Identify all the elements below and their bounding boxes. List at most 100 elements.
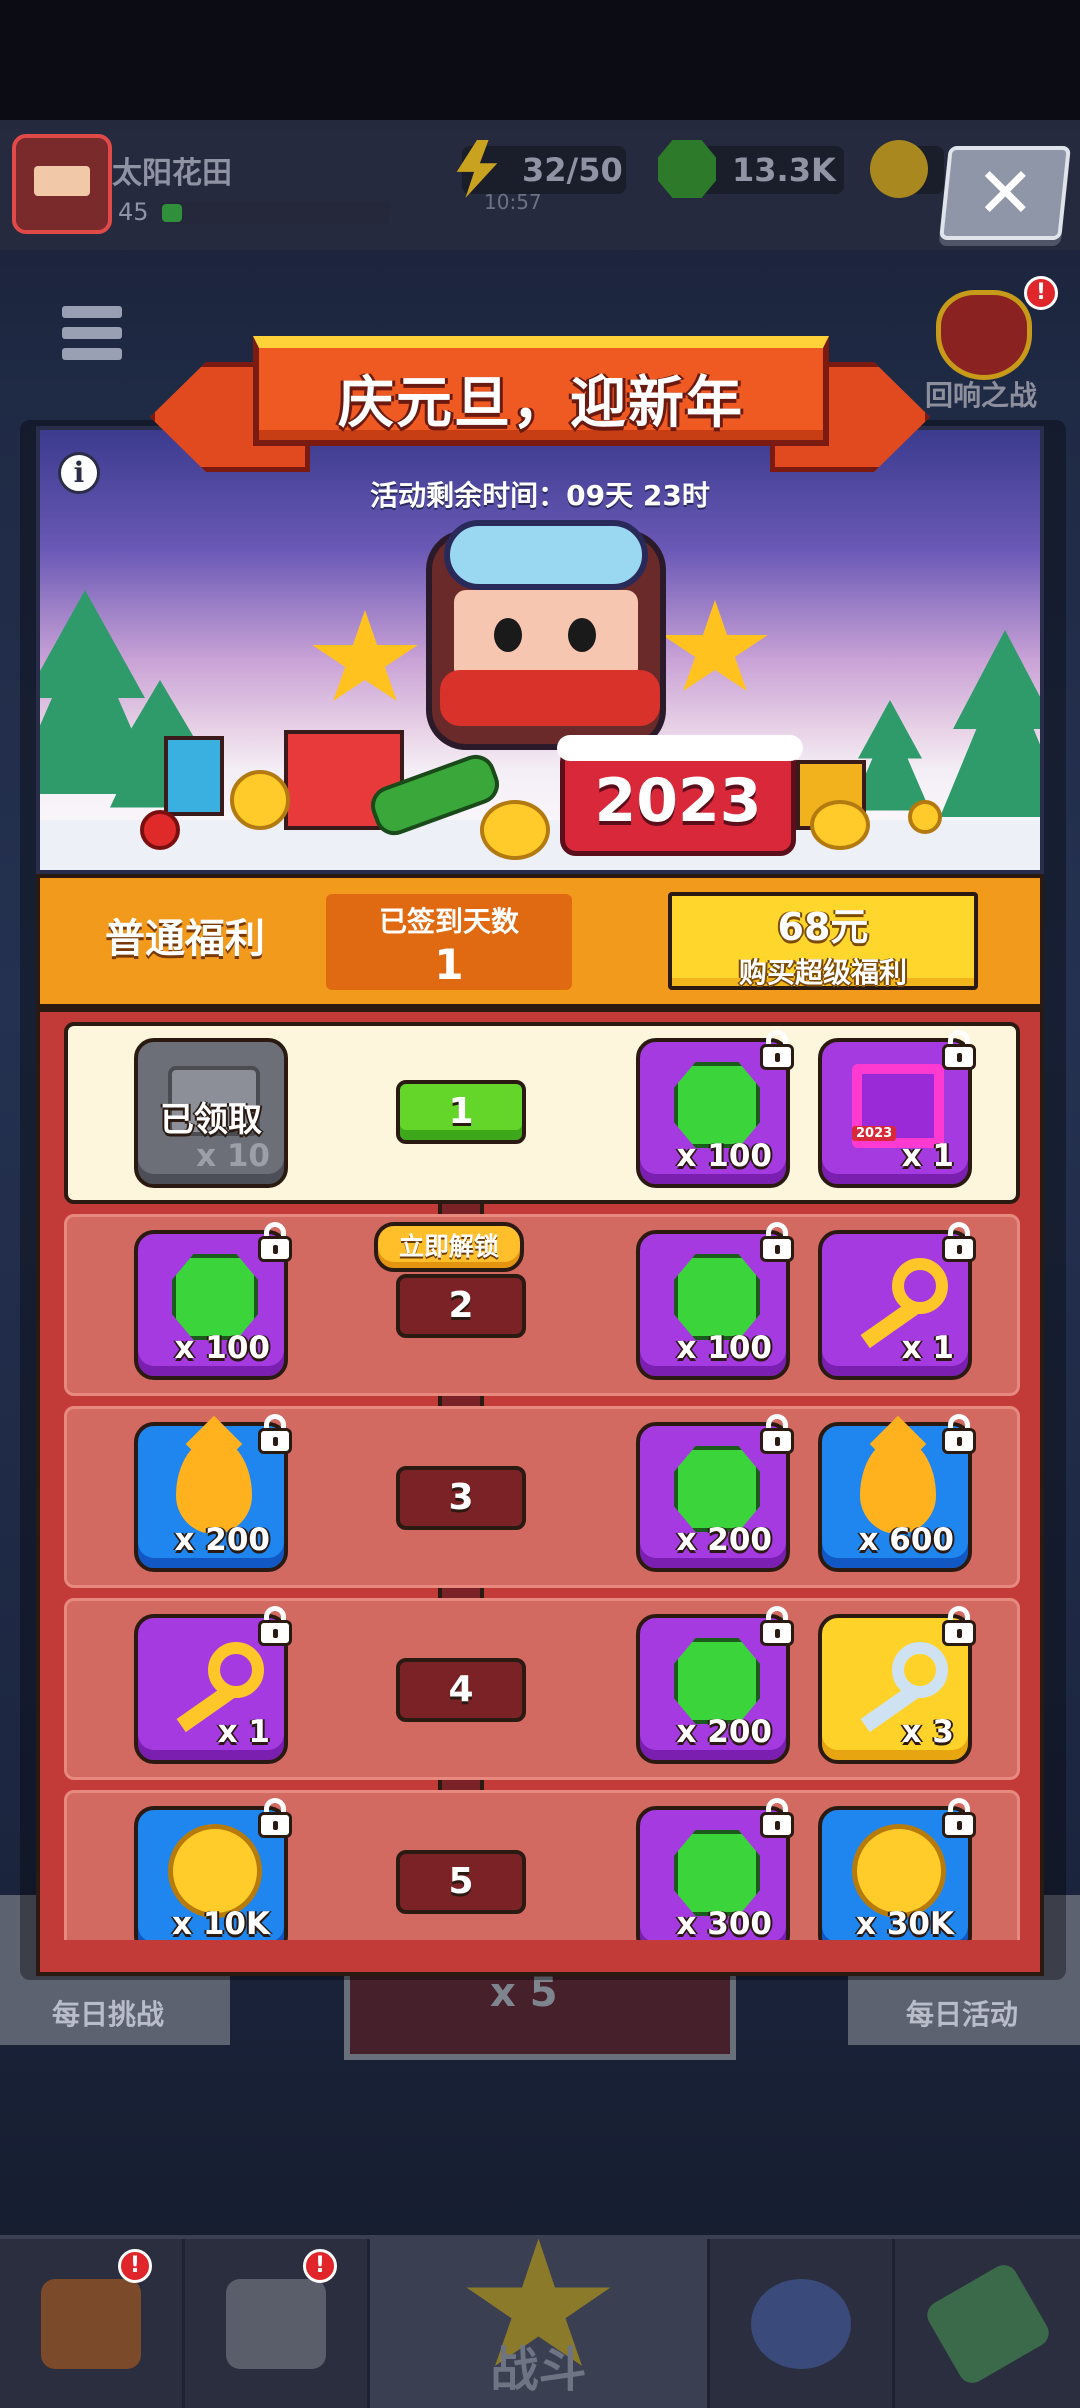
day-node-3: 3 <box>396 1466 526 1530</box>
reward-qty: x 10 <box>196 1138 270 1174</box>
tab-normal-rewards[interactable]: 普通福利 <box>40 878 330 1004</box>
lock-icon <box>942 1222 976 1262</box>
reward-item[interactable]: x 600 <box>818 1414 976 1572</box>
lock-icon <box>760 1798 794 1838</box>
reward-item[interactable]: x 100 <box>134 1222 292 1380</box>
reward-item[interactable]: x 100 <box>636 1222 794 1380</box>
menu-icon <box>62 306 122 370</box>
reward-item[interactable]: x 30K <box>818 1798 976 1956</box>
super-price: 68元 <box>777 905 869 949</box>
reward-qty: x 100 <box>676 1330 773 1366</box>
reward-qty: x 200 <box>676 1714 773 1750</box>
lock-icon <box>258 1222 292 1262</box>
player-avatar <box>12 134 112 234</box>
shop-icon <box>41 2278 141 2369</box>
reward-item[interactable]: x 10K <box>134 1798 292 1956</box>
signin-days-panel: 已签到天数 1 <box>326 894 572 990</box>
signin-days-value: 1 <box>434 940 464 989</box>
reward-qty: x 3 <box>901 1714 954 1750</box>
gift-icon <box>164 736 224 816</box>
frame-tag: 2023 <box>852 1126 897 1141</box>
day-node-4: 4 <box>396 1658 526 1722</box>
reward-item[interactable]: x 200 <box>636 1606 794 1764</box>
lock-icon <box>258 1414 292 1454</box>
evolution-icon <box>921 2259 1054 2388</box>
buy-super-rewards-button[interactable]: 68元 购买超级福利 <box>668 892 978 990</box>
energy-value: 32/50 <box>522 151 623 189</box>
event-timer: 活动剩余时间：09天 23时 <box>370 479 710 512</box>
lock-icon <box>760 1222 794 1262</box>
reward-qty: x 10K <box>172 1906 270 1942</box>
reward-qty: x 1 <box>901 1330 954 1366</box>
gold-key-icon <box>848 1258 948 1349</box>
firework-star-icon <box>662 600 768 691</box>
nav-battle: 战斗 <box>370 2238 710 2408</box>
lock-icon <box>760 1606 794 1646</box>
silver-key-icon <box>848 1642 948 1733</box>
lock-icon <box>942 1798 976 1838</box>
reward-qty: x 100 <box>676 1138 773 1174</box>
daily-event-label: 每日活动 <box>906 1998 1019 2031</box>
nav-battle-label: 战斗 <box>490 2342 587 2398</box>
day-node-5: 5 <box>396 1850 526 1914</box>
player-level: 45 <box>118 198 149 226</box>
player-name: 太阳花田 <box>112 156 232 191</box>
coin-icon <box>852 1824 946 1918</box>
claimed-label: 已领取 <box>160 1100 262 1140</box>
reward-qty: x 1 <box>217 1714 270 1750</box>
notification-badge: ! <box>1024 276 1058 310</box>
echo-battle-label: 回响之战 <box>925 379 1038 412</box>
coin-icon <box>810 800 870 850</box>
lock-icon <box>942 1030 976 1070</box>
gun-icon <box>226 2278 326 2369</box>
coin-icon <box>908 800 942 834</box>
reward-item[interactable]: x 1 <box>134 1606 292 1764</box>
gem-icon <box>674 1638 760 1724</box>
reward-item[interactable]: x 200 <box>636 1414 794 1572</box>
lock-icon <box>942 1606 976 1646</box>
coin-icon <box>870 140 928 198</box>
nav-shop: ! <box>0 2239 185 2408</box>
reward-item[interactable]: 2023 x 1 <box>818 1030 976 1188</box>
gem-icon <box>674 1062 760 1148</box>
lock-icon <box>942 1414 976 1454</box>
fuel-drop-icon <box>860 1438 936 1534</box>
reward-tabs: 普通福利 已签到天数 1 68元 购买超级福利 <box>36 874 1044 1008</box>
reward-qty: x 200 <box>174 1522 271 1558</box>
coin-icon <box>480 800 550 860</box>
coin-icon <box>168 1824 262 1918</box>
popup-title-banner: 庆元旦，迎新年 <box>253 336 829 446</box>
reward-item[interactable]: x 3 <box>818 1606 976 1764</box>
ninja-face <box>454 590 638 680</box>
coin-icon <box>230 770 290 830</box>
unlock-now-button[interactable]: 立即解锁 <box>374 1222 524 1272</box>
reward-qty: x 30K <box>856 1906 954 1942</box>
reward-item[interactable]: x 300 <box>636 1798 794 1956</box>
reward-track: 已领取 x 10 1 x 100 2023 x 1 x 100 2 立即解锁 x… <box>36 1008 1044 1976</box>
close-button[interactable]: ✕ <box>939 146 1071 240</box>
reward-item[interactable]: x 1 <box>818 1222 976 1380</box>
gem-icon <box>658 140 716 198</box>
echo-battle-icon <box>936 290 1032 380</box>
signin-days-label: 已签到天数 <box>378 905 519 938</box>
energy-counter: 32/50 <box>456 140 626 198</box>
gem-icon <box>674 1446 760 1532</box>
lock-icon <box>258 1798 292 1838</box>
close-icon: ✕ <box>975 152 1035 234</box>
day-node-2: 2 <box>396 1274 526 1338</box>
talent-icon <box>751 2278 851 2369</box>
bottom-navbar: ! ! 战斗 <box>0 2235 1080 2408</box>
fuel-drop-icon <box>176 1438 252 1534</box>
reward-item[interactable]: x 100 <box>636 1030 794 1188</box>
energy-timer: 10:57 <box>484 190 542 214</box>
gem-icon <box>674 1830 760 1916</box>
reward-qty: x 200 <box>676 1522 773 1558</box>
tree-decoration <box>940 630 1040 817</box>
ninja-scarf <box>440 670 660 726</box>
lock-icon <box>760 1414 794 1454</box>
reward-item[interactable]: x 200 <box>134 1414 292 1572</box>
daily-challenge-label: 每日挑战 <box>52 1998 165 2031</box>
year-sign: 2023 <box>557 735 803 856</box>
nav-talent <box>710 2239 895 2408</box>
reward-qty: x 1 <box>901 1138 954 1174</box>
